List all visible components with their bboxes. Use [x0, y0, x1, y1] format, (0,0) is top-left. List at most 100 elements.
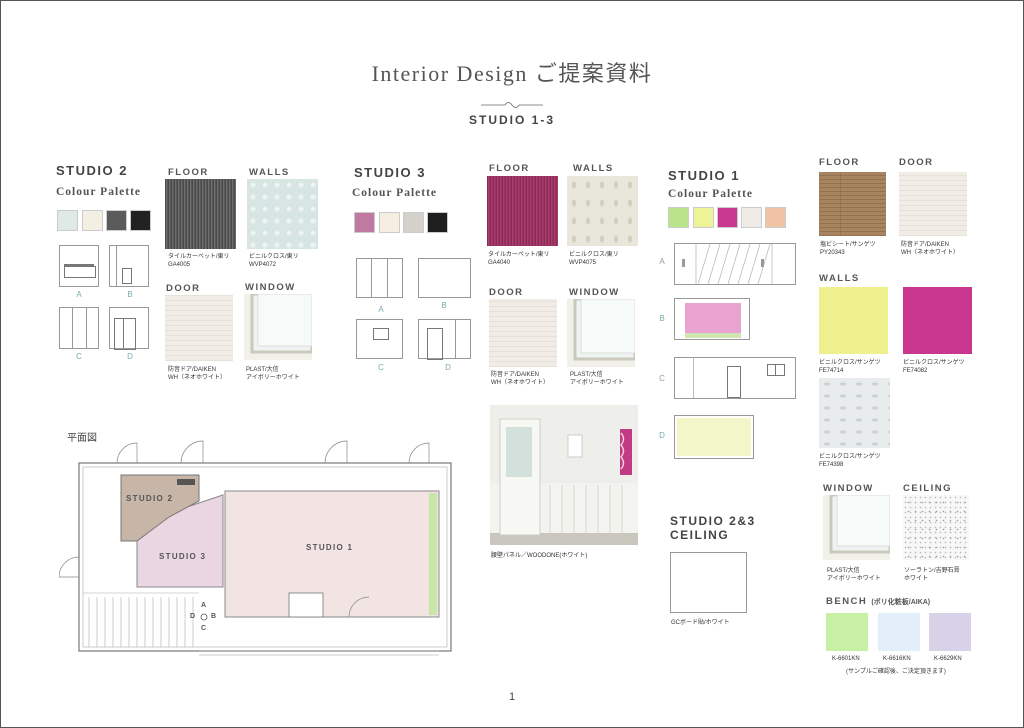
- studio3-floor-caption: タイルカーペット/東リ GA4040: [488, 252, 550, 266]
- elevation-label: D: [127, 352, 133, 361]
- studio1-ceiling-caption: ソーラトン/吉野石膏 ホワイト: [904, 568, 960, 582]
- studio2-elevation-b: [109, 245, 149, 287]
- bench-code-2: K-6616KN: [883, 656, 911, 662]
- studio1-window-label: WINDOW: [823, 483, 874, 494]
- palette-swatch: [717, 207, 738, 228]
- studio2-floor-label: FLOOR: [168, 167, 209, 178]
- studio2-window-caption: PLAST/大信 アイボリーホワイト: [246, 367, 300, 381]
- studio2-walls-caption: ビニルクロス/東リ WVP4072: [249, 254, 299, 268]
- studio1-door-caption: 防音ドア/DAIKEN WH（ネオホワイト）: [901, 242, 959, 256]
- studio2-floor-sample: [165, 179, 236, 249]
- studio1-ceiling-sample: [903, 495, 969, 560]
- studio1-walls-label: WALLS: [819, 273, 860, 284]
- bench-code-3: K-6629KN: [934, 656, 962, 662]
- studio2-window-label: WINDOW: [245, 282, 296, 293]
- bench-note: (サンプルご確認後、ご決定頂きます): [846, 669, 946, 675]
- elevation-label: C: [378, 363, 384, 372]
- palette-swatch: [354, 212, 375, 233]
- studio23-ceiling-heading: STUDIO 2&3 CEILING: [670, 514, 756, 542]
- bench-swatch-2: [878, 613, 920, 651]
- elevation-label: D: [445, 363, 451, 372]
- compass-b: B: [211, 613, 217, 620]
- studio3-walls-caption: ビニルクロス/東リ WVP4075: [569, 252, 619, 266]
- studio3-floor-sample: [487, 176, 558, 246]
- bench-swatch-1: [826, 613, 868, 651]
- studio2-palette-label: Colour Palette: [56, 186, 142, 198]
- palette-swatch: [379, 212, 400, 233]
- elevation-label: B: [659, 314, 665, 323]
- studio1-wall-caption-1: ビニルクロス/サンゲツ FE74714: [819, 360, 881, 374]
- studio23-ceiling-caption: GCボード貼/ホワイト: [671, 620, 730, 626]
- studio3-window-caption: PLAST/大信 アイボリーホワイト: [570, 372, 624, 386]
- proposal-page: Interior Design ご提案資料 STUDIO 1-3 STUDIO …: [0, 0, 1024, 728]
- studio23-ceiling-sample: [670, 552, 747, 613]
- elevation-label: A: [659, 257, 665, 266]
- studio1-heading: STUDIO 1: [668, 168, 740, 183]
- studio3-elevation-b: [418, 258, 471, 298]
- elevation-label: B: [127, 290, 133, 299]
- studio3-door-label: DOOR: [489, 287, 524, 298]
- studio3-door-caption: 防音ドア/DAIKEN WH（ネオホワイト）: [491, 372, 549, 386]
- compass-d: D: [190, 613, 196, 620]
- palette-swatch: [403, 212, 424, 233]
- studio1-elevation-d: [674, 415, 754, 459]
- studio3-room-photo: [490, 405, 638, 545]
- studio2-heading: STUDIO 2: [56, 163, 128, 178]
- studio1-door-label: DOOR: [899, 157, 934, 168]
- studio1-ceiling-label: CEILING: [903, 483, 953, 494]
- studio2-walls-label: WALLS: [249, 167, 290, 178]
- studio1-window-caption: PLAST/大信 アイボリーホワイト: [827, 568, 881, 582]
- bench-swatch-3: [929, 613, 971, 651]
- studio3-walls-sample: [567, 176, 638, 246]
- studio3-photo-caption: 腰壁パネル／WOODONE(ホワイト): [491, 553, 588, 559]
- studio1-wall-caption-2: ビニルクロス/サンゲツ FE74082: [903, 360, 965, 374]
- studio2-walls-sample: [247, 179, 318, 249]
- studio2-door-label: DOOR: [166, 283, 201, 294]
- plan-label-studio3: STUDIO 3: [159, 552, 207, 561]
- studio3-window-label: WINDOW: [569, 287, 620, 298]
- studio1-wall-sample-2: [903, 287, 972, 354]
- elevation-label: B: [441, 301, 447, 310]
- studio1-wall-sample-3: [819, 378, 890, 448]
- floor-plan: [59, 440, 452, 656]
- palette-swatch: [130, 210, 151, 231]
- studio2-elevation-c: [59, 307, 99, 349]
- studio1-elevation-b: [674, 298, 750, 340]
- elevation-label: A: [76, 290, 82, 299]
- studio1-palette-label: Colour Palette: [668, 188, 754, 200]
- studio2-elevation-d: [109, 307, 149, 350]
- palette-swatch: [693, 207, 714, 228]
- studio3-palette-label: Colour Palette: [352, 187, 438, 199]
- studio3-door-sample: [489, 299, 557, 367]
- palette-swatch: [668, 207, 689, 228]
- studio3-heading: STUDIO 3: [354, 165, 426, 180]
- studio3-walls-label: WALLS: [573, 163, 614, 174]
- studio2-door-sample: [165, 295, 233, 361]
- studio2-door-caption: 防音ドア/DAIKEN WH（ネオホワイト）: [168, 367, 226, 381]
- palette-swatch: [82, 210, 103, 231]
- studio1-bench-label: BENCH (ポリ化粧板/AIKA): [826, 596, 931, 607]
- studio1-window-sample: [823, 495, 890, 560]
- palette-swatch: [741, 207, 762, 228]
- studio3-elevation-a: [356, 258, 403, 298]
- palette-swatch: [106, 210, 127, 231]
- studio1-wall-caption-3: ビニルクロス/サンゲツ FE74398: [819, 454, 881, 468]
- compass-c: C: [201, 625, 207, 632]
- palette-swatch: [765, 207, 786, 228]
- studio3-elevation-d: [418, 319, 471, 360]
- studio1-floor-caption: 塩ビシート/サンゲツ PY20343: [820, 242, 876, 256]
- bench-code-1: K-6601KN: [832, 656, 860, 662]
- compass-a: A: [201, 602, 207, 609]
- page-number: 1: [508, 691, 516, 703]
- elevation-label: D: [659, 431, 665, 440]
- elevation-label: A: [378, 305, 384, 314]
- studio1-floor-label: FLOOR: [819, 157, 860, 168]
- plan-label-studio1: STUDIO 1: [306, 543, 354, 552]
- palette-swatch: [57, 210, 78, 231]
- elevation-label: C: [659, 374, 665, 383]
- studio2-elevation-a: [59, 245, 99, 287]
- studio2-window-sample: [244, 294, 312, 360]
- studio2-floor-caption: タイルカーペット/東リ GA4005: [168, 254, 230, 268]
- studio1-wall-sample-1: [819, 287, 888, 354]
- studio3-window-sample: [567, 299, 635, 367]
